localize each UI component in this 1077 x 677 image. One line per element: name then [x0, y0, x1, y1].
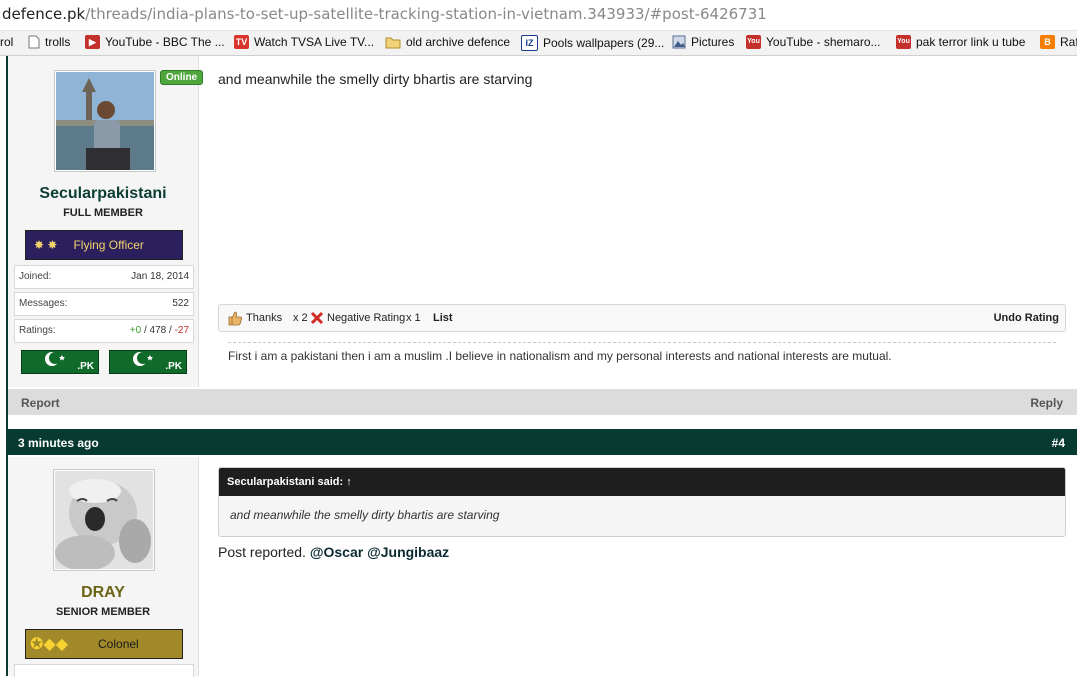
thumbs-up-icon [227, 310, 243, 329]
mention-oscar[interactable]: @Oscar [310, 544, 363, 560]
address-bar[interactable]: defence.pk/threads/india-plans-to-set-up… [0, 0, 1077, 31]
stat-label: Ratings: [19, 325, 56, 336]
post1-member-title: FULL MEMBER [63, 207, 143, 219]
avatar-photo [56, 72, 154, 170]
bookmark-pak-terror[interactable]: You pak terror link u tube [896, 35, 1025, 49]
post1-avatar[interactable] [54, 70, 156, 172]
post1-signature: First i am a pakistani then i am a musli… [228, 342, 1056, 363]
ratings-separator: / [166, 325, 175, 336]
folder-icon [385, 37, 401, 48]
post2-time[interactable]: 3 minutes ago [18, 436, 99, 450]
bookmark-trolls[interactable]: trolls [28, 35, 70, 49]
tv-icon: TV [234, 35, 249, 49]
bookmark-label: Pools wallpapers (29... [543, 36, 665, 50]
ratings-positive: +0 [129, 325, 142, 336]
pictures-icon [672, 35, 686, 49]
bookmark-rol[interactable]: rol [0, 35, 13, 49]
bookmark-old-archive[interactable]: old archive defence [385, 35, 510, 49]
ratings-value: +0 / 478 / -27 [130, 325, 189, 336]
quote-jump-arrow-icon[interactable]: ↑ [346, 476, 352, 488]
bookmark-label: Pictures [691, 35, 735, 49]
post2-number[interactable]: #4 [1052, 436, 1065, 450]
bookmark-label: old archive defence [406, 35, 511, 49]
star-icon: ✸ ✸ [34, 238, 58, 252]
bookmark-pools[interactable]: IZ Pools wallpapers (29... [521, 35, 664, 51]
stat-label: Joined: [19, 271, 52, 282]
post2-avatar[interactable] [53, 469, 155, 571]
post2-rank-badge: ✪◆◆ Colonel [25, 629, 183, 659]
post2-member-title: SENIOR MEMBER [55, 606, 151, 618]
negative-rating-label[interactable]: Negative Rating [327, 312, 405, 324]
url-path: /threads/india-plans-to-set-up-satellite… [85, 5, 767, 23]
bookmark-raf[interactable]: B Raf [1040, 35, 1077, 49]
post2-quote: Secularpakistani said: ↑ and meanwhile t… [218, 467, 1066, 537]
url-domain: defence.pk [2, 5, 86, 23]
avatar-photo [55, 471, 153, 570]
stat-value: 522 [172, 298, 189, 309]
rank-label: Colonel [98, 637, 139, 651]
quote-author[interactable]: Secularpakistani said: [227, 476, 343, 488]
ratings-negative: -27 [174, 325, 189, 336]
quote-header: Secularpakistani said: ↑ [219, 468, 1065, 496]
post1-username[interactable]: Secularpakistani [8, 185, 198, 203]
bookmark-label: Raf [1060, 35, 1077, 49]
bookmark-youtube-shemaroo[interactable]: You YouTube - shemaro... [746, 35, 881, 49]
post1-stat-messages: Messages: 522 [14, 292, 194, 316]
youtube-icon: You [896, 35, 911, 49]
list-link[interactable]: List [433, 312, 453, 324]
rank-label: Flying Officer [73, 238, 144, 252]
flag-label: .PK [165, 361, 182, 372]
negative-x-icon [310, 311, 324, 328]
blogger-icon: B [1040, 35, 1055, 49]
post1-footer: Report Reply [8, 389, 1077, 415]
stat-value: Jan 18, 2014 [131, 271, 189, 282]
pakistan-flag-badge: .PK [109, 350, 187, 374]
quote-body: and meanwhile the smelly dirty bhartis a… [230, 508, 500, 522]
thread-page: Online Secularpakistani FULL MEMBER ✸ ✸ … [0, 56, 1077, 677]
undo-rating-link[interactable]: Undo Rating [994, 312, 1059, 324]
url-text[interactable]: defence.pk/threads/india-plans-to-set-up… [2, 5, 767, 23]
flag-label: .PK [77, 361, 94, 372]
post2-message: Post reported. @Oscar @Jungibaaz [218, 544, 449, 560]
online-badge: Online [160, 70, 204, 85]
post1-stat-joined: Joined: Jan 18, 2014 [14, 265, 194, 289]
youtube-icon: You [746, 35, 761, 49]
post1-message: and meanwhile the smelly dirty bhartis a… [218, 71, 533, 87]
bookmark-label: pak terror link u tube [916, 35, 1026, 49]
post1-rank-badge: ✸ ✸ Flying Officer [25, 230, 183, 260]
youtube-icon: ▶ [85, 35, 100, 49]
bookmark-label: Watch TVSA Live TV... [254, 35, 375, 49]
page-icon [28, 35, 40, 49]
iz-icon: IZ [521, 35, 538, 51]
negative-count: x 1 [406, 312, 421, 324]
stat-label: Messages: [19, 298, 68, 309]
bookmark-label: YouTube - shemaro... [766, 35, 881, 49]
post2-header: 3 minutes ago #4 [8, 429, 1077, 455]
bookmark-youtube-bbc[interactable]: ▶ YouTube - BBC The ... [85, 35, 225, 49]
rank-insignia-icon: ✪◆◆ [30, 636, 69, 653]
bookmark-pictures[interactable]: Pictures [672, 35, 734, 49]
bookmark-label: trolls [45, 35, 71, 49]
post2-stat-joined-partial [14, 664, 194, 677]
thanks-label[interactable]: Thanks [246, 312, 282, 324]
likes-bar: Thanks x 2 Negative Rating x 1 List Undo… [218, 304, 1066, 332]
mention-jungibaaz[interactable]: @Jungibaaz [367, 544, 449, 560]
pakistan-flag-badge: .PK [21, 350, 99, 374]
ratings-neutral: 478 [149, 325, 167, 336]
bookmarks-bar: rol trolls ▶ YouTube - BBC The ... TV Wa… [0, 31, 1077, 56]
reply-link[interactable]: Reply [1030, 396, 1063, 410]
bookmark-label: YouTube - BBC The ... [105, 35, 225, 49]
thanks-count: x 2 [293, 312, 308, 324]
report-link[interactable]: Report [21, 396, 60, 410]
post1-stat-ratings: Ratings: +0 / 478 / -27 [14, 319, 194, 343]
message-text: Post reported. [218, 544, 310, 560]
bookmark-label: rol [0, 35, 14, 49]
ratings-separator: / [141, 325, 150, 336]
bookmark-tvsa[interactable]: TV Watch TVSA Live TV... [234, 35, 374, 49]
post2-username[interactable]: DRAY [8, 584, 198, 602]
